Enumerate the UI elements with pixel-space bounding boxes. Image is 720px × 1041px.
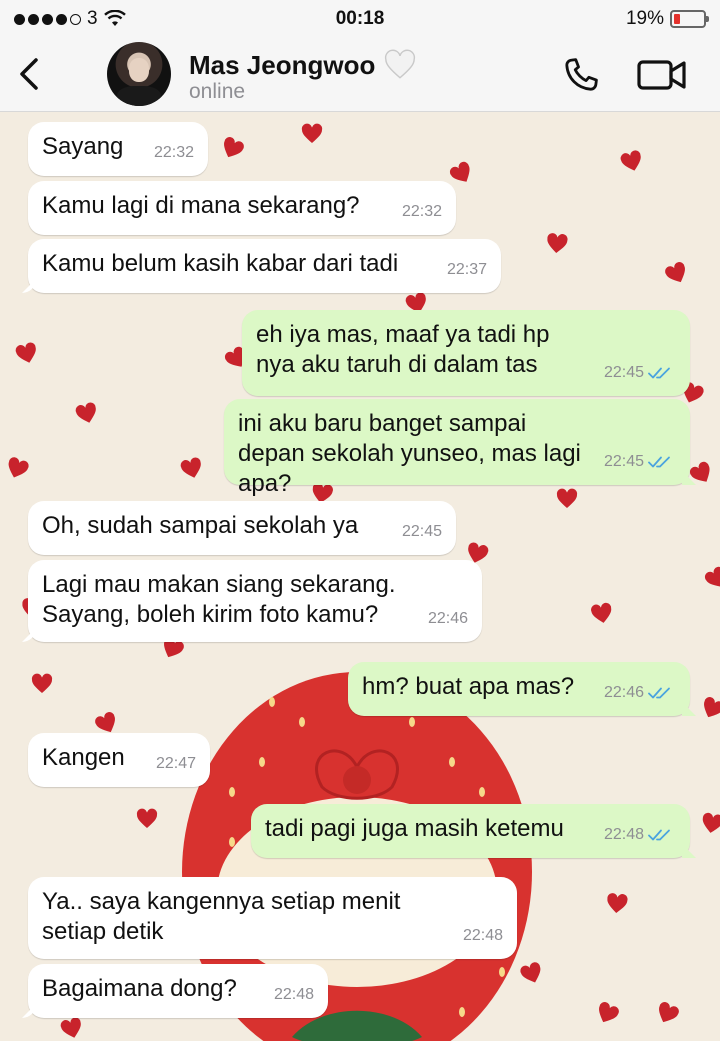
message-time: 22:48 [603, 826, 644, 843]
message-text: Lagi mau makan siang sekarang. Sayang, b… [42, 571, 396, 628]
battery-icon [670, 10, 709, 28]
message-text: Bagaimana dong? [42, 975, 237, 1002]
wallpaper-heart-icon [599, 1001, 619, 1023]
white-heart-icon [385, 49, 416, 79]
contact-name-row[interactable]: Mas Jeongwoo [189, 48, 417, 82]
message-text: hm? buat apa mas? [362, 673, 575, 700]
message-time: 22:47 [155, 755, 196, 772]
contact-name: Mas Jeongwoo [189, 49, 376, 80]
phone-call-icon[interactable] [560, 54, 602, 96]
message-text: eh iya mas, maaf ya tadi hp nya aku taru… [256, 321, 550, 378]
battery-percent: 19% [625, 8, 664, 29]
wallpaper-heart-icon [547, 233, 568, 253]
message-meta: 22:32 [402, 197, 442, 227]
wallpaper-heart-icon [659, 1001, 679, 1023]
outgoing-message-bubble[interactable]: tadi pagi juga masih ketemu 22:48 [251, 804, 690, 858]
incoming-message-bubble[interactable]: Oh, sudah sampai sekolah ya 22:45 [28, 501, 456, 555]
outgoing-message-bubble[interactable]: hm? buat apa mas? 22:46 [348, 662, 690, 716]
wallpaper-heart-icon [689, 461, 710, 482]
wallpaper-heart-icon [180, 457, 201, 478]
message-text: tadi pagi juga masih ketemu [265, 815, 564, 842]
read-receipt-double-check-icon [648, 367, 670, 379]
contact-status: online [189, 80, 246, 103]
wallpaper-heart-icon [15, 342, 36, 363]
message-text: Oh, sudah sampai sekolah ya [42, 512, 359, 539]
message-time: 22:48 [273, 986, 314, 1003]
wallpaper-heart-icon [556, 488, 578, 508]
message-time: 22:37 [446, 261, 487, 278]
status-time: 00:18 [335, 8, 385, 29]
read-receipt-double-check-icon [648, 687, 670, 699]
status-bar: 3 00:18 19% [0, 0, 720, 38]
outgoing-message-bubble[interactable]: eh iya mas, maaf ya tadi hp nya aku taru… [242, 310, 690, 396]
incoming-message-bubble[interactable]: Lagi mau makan siang sekarang. Sayang, b… [28, 560, 482, 642]
wallpaper-heart-icon [704, 696, 720, 718]
message-time: 22:46 [603, 684, 644, 701]
wallpaper-heart-icon [136, 808, 158, 828]
wallpaper-heart-icon [75, 402, 96, 423]
message-time: 22:45 [603, 364, 644, 381]
message-meta: 22:47 [156, 749, 196, 779]
message-meta: 22:45 [402, 517, 442, 547]
wallpaper-heart-icon [301, 123, 323, 143]
message-text: Kamu belum kasih kabar dari tadi [42, 250, 399, 277]
chat-header: Mas Jeongwoo online [0, 38, 720, 112]
video-call-icon[interactable] [636, 56, 688, 94]
message-time: 22:32 [153, 144, 194, 161]
wallpaper-heart-icon [224, 136, 244, 158]
wallpaper-heart-icon [704, 566, 720, 587]
wallpaper-heart-icon [620, 150, 641, 171]
message-time: 22:45 [401, 523, 442, 540]
message-time: 22:32 [401, 203, 442, 220]
message-meta: 22:48 [463, 921, 503, 951]
wallpaper-heart-icon [702, 812, 720, 833]
message-time: 22:45 [603, 453, 644, 470]
wallpaper-heart-icon [607, 893, 628, 913]
outgoing-message-bubble[interactable]: ini aku baru banget sampai depan sekolah… [224, 399, 690, 497]
back-chevron-icon[interactable] [12, 54, 48, 94]
message-text: Sayang [42, 133, 124, 160]
wallpaper-heart-icon [60, 1017, 81, 1038]
message-meta: 22:37 [447, 255, 487, 285]
incoming-message-bubble[interactable]: Kamu belum kasih kabar dari tadi 22:37 [28, 239, 501, 293]
wallpaper-heart-icon [665, 261, 685, 283]
incoming-message-bubble[interactable]: Kangen 22:47 [28, 733, 210, 787]
incoming-message-bubble[interactable]: Ya.. saya kangennya setiap menit setiap … [28, 877, 517, 959]
incoming-message-bubble[interactable]: Bagaimana dong? 22:48 [28, 964, 328, 1018]
incoming-message-bubble[interactable]: Sayang 22:32 [28, 122, 208, 176]
message-text: Ya.. saya kangennya setiap menit setiap … [42, 888, 401, 945]
message-text: ini aku baru banget sampai depan sekolah… [238, 410, 581, 497]
message-time: 22:48 [462, 927, 503, 944]
battery-area: 19% [625, 8, 709, 30]
message-meta: 22:48 [604, 820, 674, 850]
message-meta: 22:45 [604, 358, 674, 388]
message-text: Kamu lagi di mana sekarang? [42, 192, 360, 219]
wallpaper-heart-icon [591, 602, 612, 623]
message-time: 22:46 [427, 610, 468, 627]
message-meta: 22:48 [274, 980, 314, 1010]
message-meta: 22:45 [604, 447, 674, 477]
message-text: Kangen [42, 744, 125, 771]
incoming-message-bubble[interactable]: Kamu lagi di mana sekarang? 22:32 [28, 181, 456, 235]
wallpaper-heart-icon [31, 673, 53, 693]
read-receipt-double-check-icon [648, 829, 670, 841]
read-receipt-double-check-icon [648, 456, 670, 468]
message-meta: 22:32 [154, 138, 194, 168]
wallpaper-heart-icon [8, 457, 29, 478]
avatar[interactable] [107, 42, 171, 106]
message-meta: 22:46 [428, 604, 468, 634]
message-meta: 22:46 [604, 678, 674, 708]
